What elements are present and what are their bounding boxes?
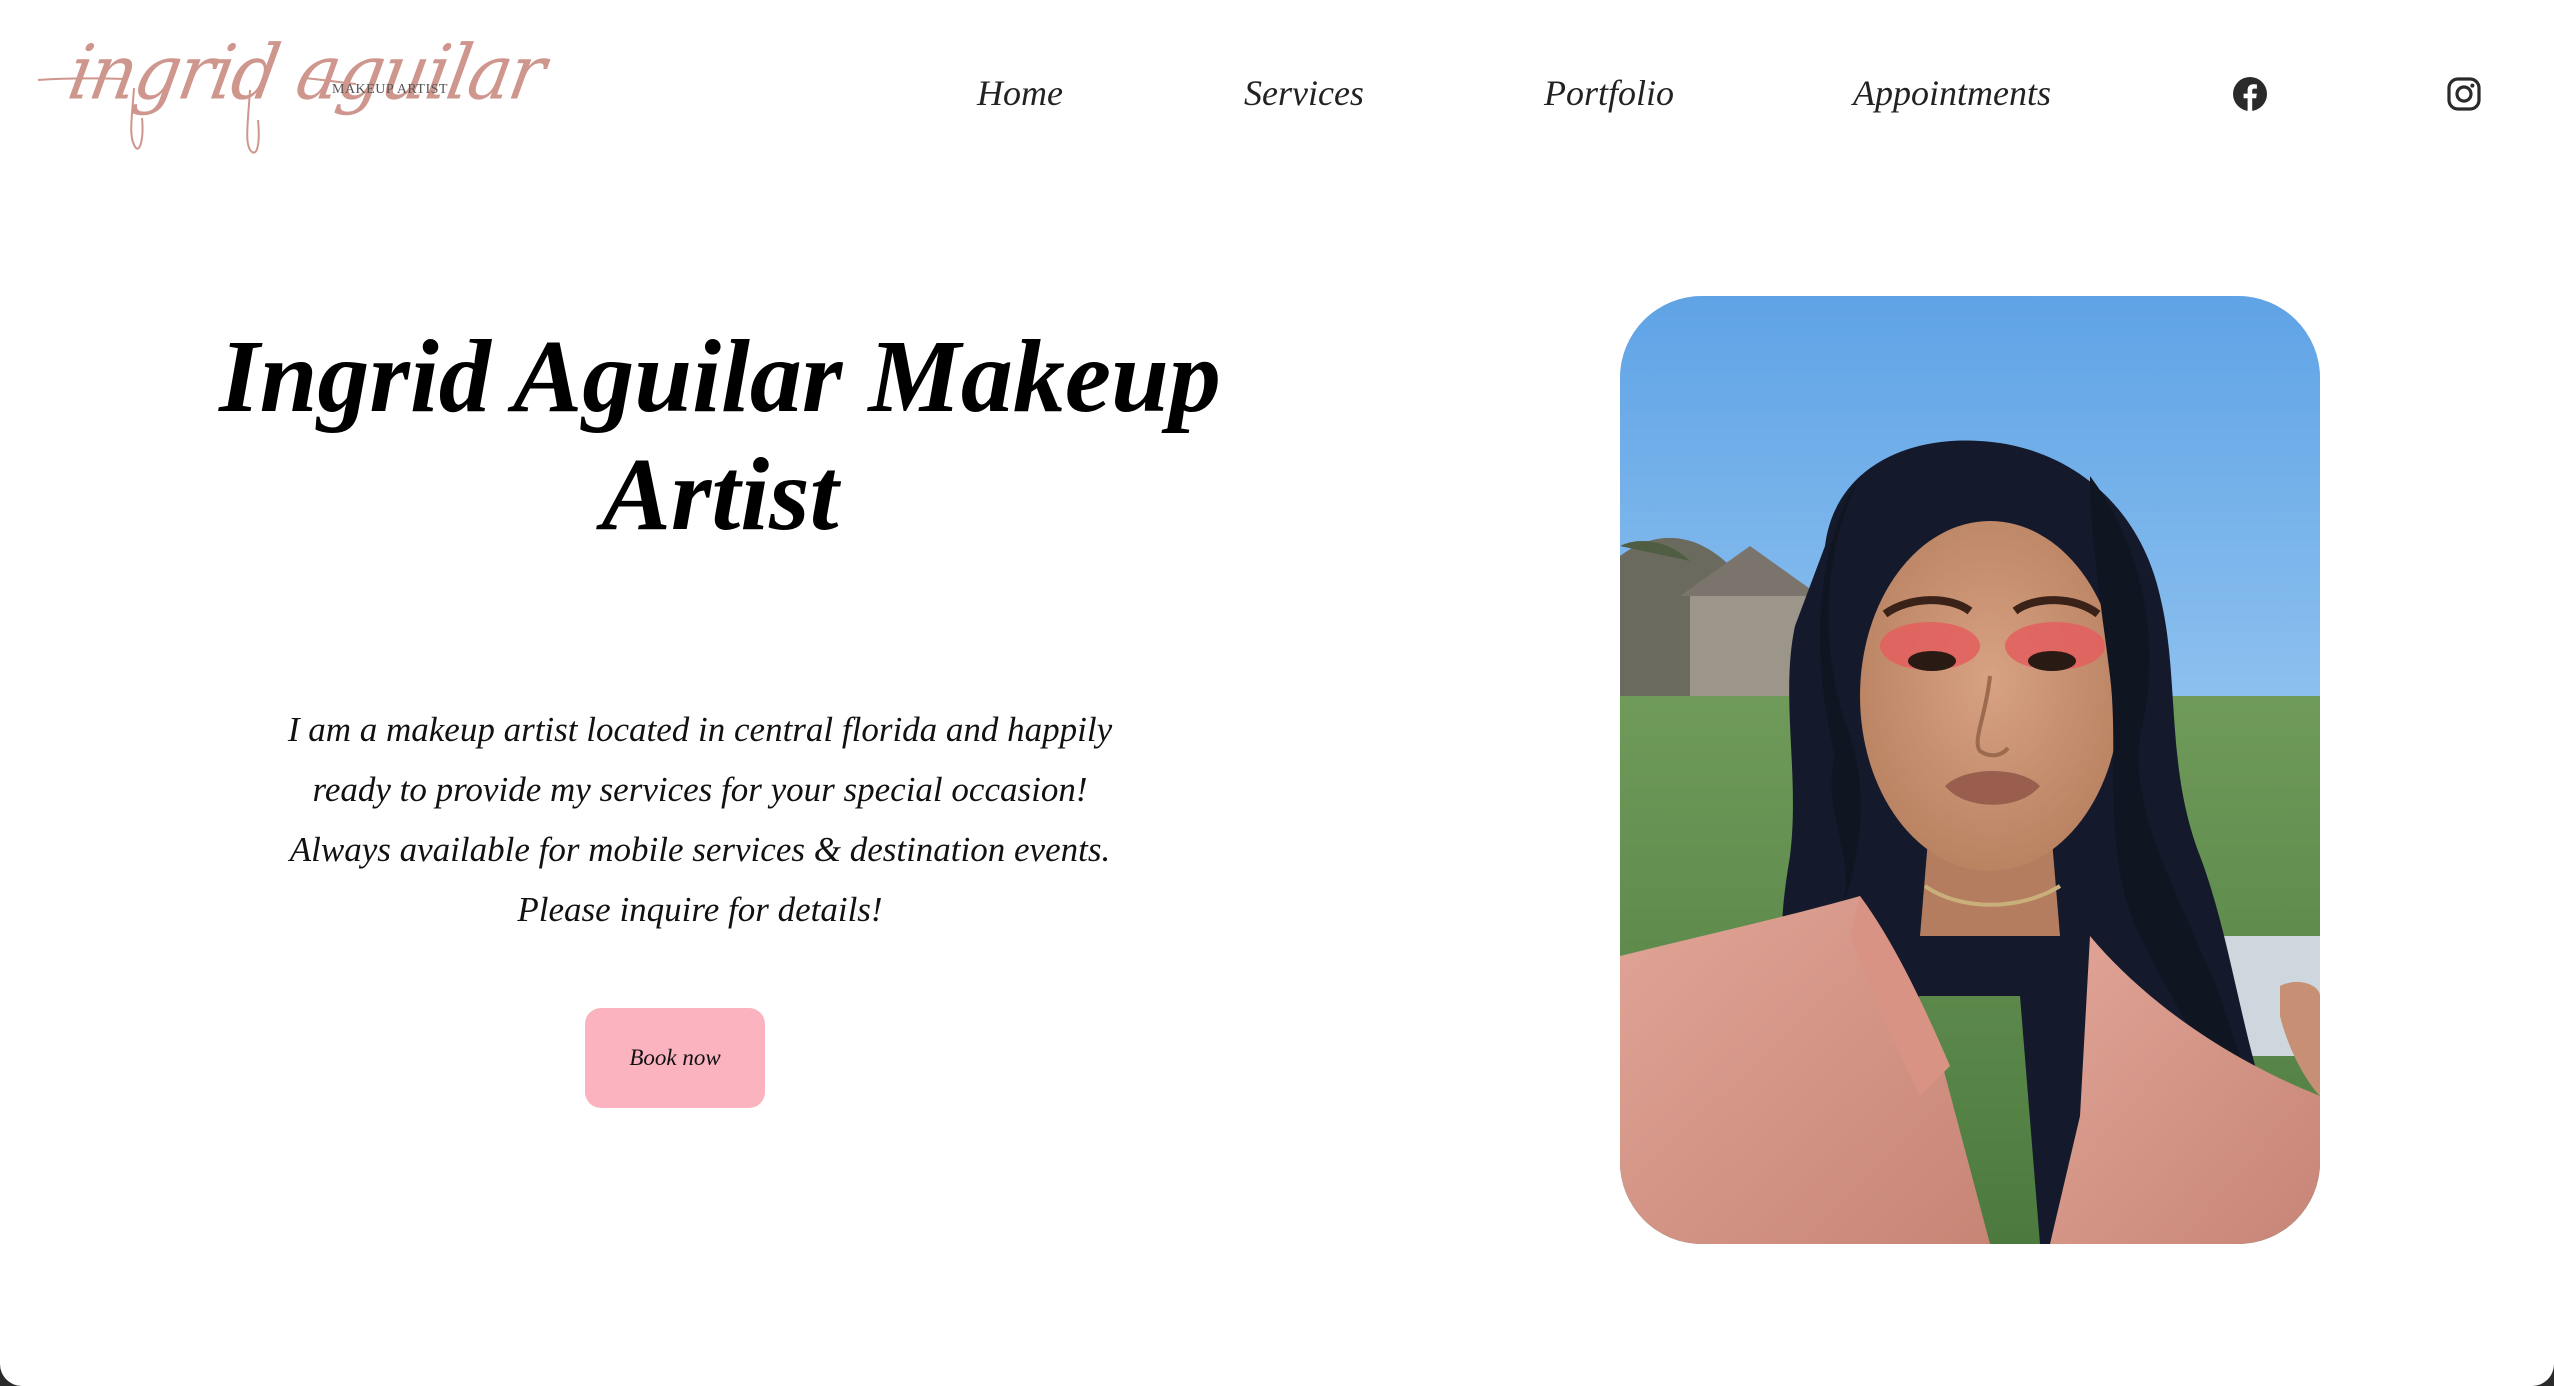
hero-description-line: ready to provide my services for your sp… [312, 770, 1088, 809]
nav-home-link[interactable]: Home [977, 72, 1063, 114]
page: ingrid aguilar MAKEUP ARTIST Home Servic… [0, 0, 2554, 1386]
hero-description: I am a makeup artist located in central … [200, 700, 1200, 940]
instagram-icon[interactable] [2446, 76, 2482, 112]
book-now-button[interactable]: Book now [585, 1008, 765, 1108]
hero-description-line: Always available for mobile services & d… [289, 830, 1111, 869]
hero-description-line: Please inquire for details! [517, 890, 883, 929]
portrait-photo [1620, 296, 2320, 1244]
hero-description-line: I am a makeup artist located in central … [287, 710, 1113, 749]
nav-portfolio-link[interactable]: Portfolio [1544, 72, 1674, 114]
main-nav: Home Services Portfolio Appointments [0, 72, 2554, 122]
facebook-icon[interactable] [2232, 76, 2268, 112]
hero-title: Ingrid Aguilar Makeup Artist [219, 319, 1221, 552]
nav-services-link[interactable]: Services [1244, 72, 1364, 114]
nav-appointments-link[interactable]: Appointments [1853, 72, 2051, 114]
